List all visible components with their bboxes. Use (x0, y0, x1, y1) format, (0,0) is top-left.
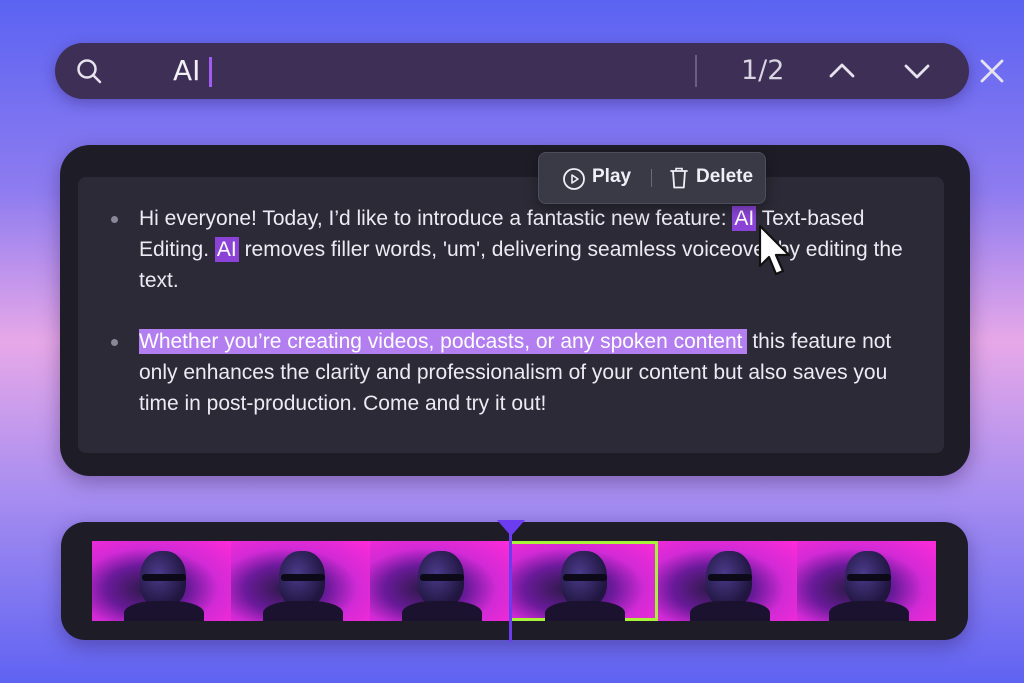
selection-action-bar: Play Delete (538, 152, 766, 204)
selected-text[interactable]: Whether you’re creating videos, podcasts… (139, 329, 747, 354)
mouse-pointer-icon (758, 224, 791, 276)
video-thumbnail[interactable] (231, 541, 370, 621)
paragraph-text: Hi everyone! Today, I’d like to introduc… (139, 207, 733, 230)
transcript-paragraph[interactable]: Hi everyone! Today, I’d like to introduc… (139, 203, 929, 296)
video-thumbnail[interactable] (797, 541, 936, 621)
search-bar: AI 1/2 (55, 43, 1004, 99)
search-icon (77, 59, 102, 84)
playhead-line[interactable] (509, 530, 512, 642)
close-icon[interactable] (977, 56, 1007, 86)
delete-button[interactable]: Delete (696, 166, 753, 188)
transcript-paragraph[interactable]: Whether you’re creating videos, podcasts… (139, 326, 929, 419)
chevron-down-icon[interactable] (902, 56, 932, 86)
transcript-editor: Hi everyone! Today, I’d like to introduc… (60, 145, 970, 476)
action-divider (651, 169, 652, 187)
bullet-dot (111, 216, 118, 223)
trash-icon[interactable] (669, 166, 689, 190)
search-match-highlight[interactable]: AI (214, 237, 239, 262)
video-timeline[interactable] (61, 522, 968, 640)
search-input[interactable]: AI (173, 53, 200, 89)
search-divider (695, 55, 697, 87)
bullet-dot (111, 339, 118, 346)
selected-video-thumbnail[interactable] (509, 541, 658, 621)
match-counter: 1/2 (741, 55, 785, 86)
text-caret (209, 57, 212, 87)
video-thumbnail[interactable] (370, 541, 509, 621)
video-thumbnail[interactable] (658, 541, 797, 621)
chevron-up-icon[interactable] (827, 56, 857, 86)
video-thumbnail[interactable] (92, 541, 231, 621)
search-match-highlight[interactable]: AI (732, 206, 757, 231)
play-circle-icon[interactable] (562, 167, 586, 191)
play-button[interactable]: Play (592, 166, 631, 188)
frame-strip (92, 541, 936, 621)
